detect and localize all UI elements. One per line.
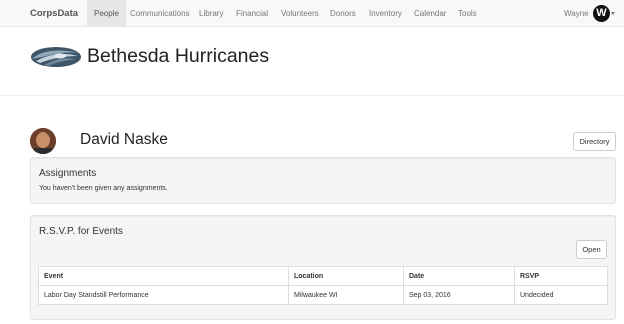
assignments-panel: Assignments You haven't been given any a… xyxy=(30,157,616,204)
nav-item-people[interactable]: People xyxy=(87,0,126,27)
date-cell: Sep 03, 2016 xyxy=(403,285,515,305)
rsvp-title: R.S.V.P. for Events xyxy=(39,226,123,237)
nav-item-calendar[interactable]: Calendar xyxy=(407,0,453,27)
nav-item-volunteers[interactable]: Volunteers xyxy=(274,0,326,27)
chevron-down-icon[interactable] xyxy=(611,12,615,15)
column-header-location[interactable]: Location xyxy=(288,266,404,286)
assignments-title: Assignments xyxy=(39,168,97,179)
table-header-row: Event Location Date RSVP xyxy=(38,266,608,286)
open-button[interactable]: Open xyxy=(576,240,607,259)
rsvp-table: Event Location Date RSVP Labor Day Stand… xyxy=(38,266,608,305)
team-logo xyxy=(30,42,82,72)
divider xyxy=(0,95,624,96)
profile-photo xyxy=(30,128,56,154)
rsvp-cell[interactable]: Undecided xyxy=(514,285,608,305)
location-cell: Milwaukee WI xyxy=(288,285,404,305)
user-avatar[interactable]: W xyxy=(593,5,610,22)
directory-button[interactable]: Directory xyxy=(573,132,616,151)
nav-item-donors[interactable]: Donors xyxy=(323,0,363,27)
table-row[interactable]: Labor Day Standstill Performance Milwauk… xyxy=(38,285,608,305)
profile-name-heading: David Naske xyxy=(80,131,168,148)
nav-item-tools[interactable]: Tools xyxy=(451,0,484,27)
column-header-rsvp[interactable]: RSVP xyxy=(514,266,608,286)
column-header-event[interactable]: Event xyxy=(38,266,289,286)
brand-link[interactable]: CorpsData xyxy=(30,0,78,27)
top-navbar: CorpsData People Communications Library … xyxy=(0,0,624,27)
nav-item-library[interactable]: Library xyxy=(192,0,230,27)
nav-item-financial[interactable]: Financial xyxy=(229,0,275,27)
column-header-date[interactable]: Date xyxy=(403,266,515,286)
team-name-heading: Bethesda Hurricanes xyxy=(87,45,270,67)
event-cell[interactable]: Labor Day Standstill Performance xyxy=(38,285,289,305)
assignments-message: You haven't been given any assignments. xyxy=(39,185,168,192)
nav-item-communications[interactable]: Communications xyxy=(123,0,197,27)
nav-item-inventory[interactable]: Inventory xyxy=(362,0,409,27)
user-menu-name[interactable]: Wayne xyxy=(564,0,589,27)
